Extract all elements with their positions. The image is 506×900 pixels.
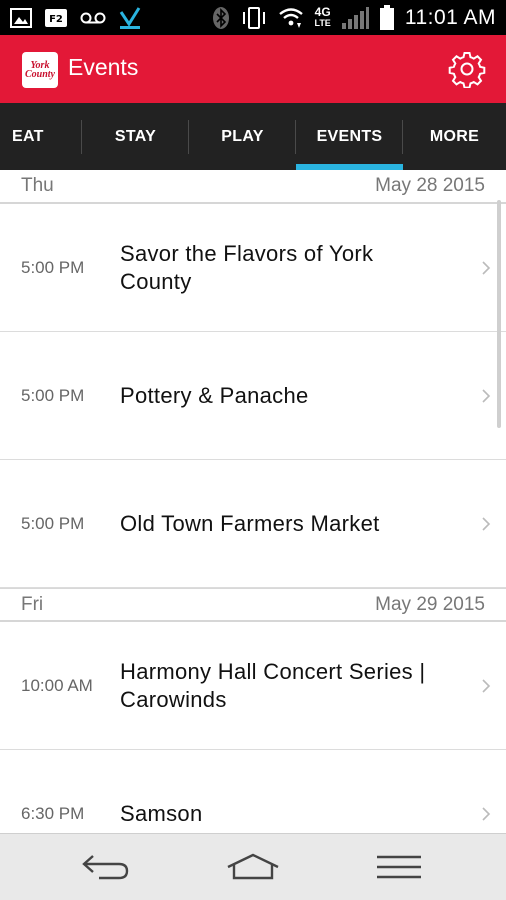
tab-eat[interactable]: EAT — [0, 103, 82, 170]
check-icon — [118, 6, 142, 30]
event-title: Old Town Farmers Market — [120, 510, 380, 536]
back-button[interactable] — [78, 852, 134, 882]
gear-icon — [448, 52, 486, 89]
date-label: May 28 2015 — [375, 175, 485, 196]
event-title: Savor the Flavors of York County — [120, 240, 374, 294]
event-row[interactable]: 10:00 AM Harmony Hall Concert Series | C… — [0, 622, 506, 750]
york-county-logo[interactable]: York County — [22, 52, 58, 88]
voicemail-icon — [80, 11, 106, 25]
date-label: May 29 2015 — [375, 593, 485, 615]
event-title: Samson — [120, 801, 203, 826]
event-title: Pottery & Panache — [120, 382, 309, 408]
event-row[interactable]: 6:30 PM Samson — [0, 750, 506, 833]
chevron-right-icon — [482, 678, 491, 693]
date-header: Thu May 28 2015 — [0, 170, 506, 204]
signal-icon — [341, 6, 369, 30]
system-nav-bar — [0, 833, 506, 900]
event-time: 5:00 PM — [21, 257, 85, 277]
clock: 11:01 AM — [404, 5, 496, 29]
battery-icon — [379, 4, 395, 31]
status-bar: F2 4G LTE 11:01 AM — [0, 0, 506, 35]
tab-events[interactable]: EVENTS — [296, 103, 403, 170]
menu-icon — [377, 855, 421, 879]
home-icon — [227, 853, 279, 880]
day-label: Thu — [21, 175, 54, 196]
category-tabs: EAT STAY PLAY EVENTS MORE — [0, 103, 506, 170]
back-icon — [82, 855, 129, 880]
f2-icon: F2 — [44, 8, 68, 28]
chevron-right-icon — [482, 516, 491, 531]
scrollbar[interactable] — [497, 200, 501, 428]
day-label: Fri — [21, 593, 44, 615]
wifi-icon — [278, 6, 304, 30]
event-time: 5:00 PM — [21, 513, 85, 533]
page-title: Events — [68, 54, 139, 80]
event-time: 6:30 PM — [21, 804, 85, 823]
event-time: 10:00 AM — [21, 675, 93, 695]
event-row[interactable]: 5:00 PM Old Town Farmers Market — [0, 460, 506, 588]
bluetooth-icon — [212, 6, 230, 30]
event-row[interactable]: 5:00 PM Pottery & Panache — [0, 332, 506, 460]
app-bar: York County Events — [0, 35, 506, 103]
settings-button[interactable] — [448, 50, 486, 89]
event-title: Harmony Hall Concert Series | Carowinds — [120, 658, 426, 712]
menu-button[interactable] — [371, 852, 427, 882]
tab-play[interactable]: PLAY — [189, 103, 296, 170]
events-list[interactable]: Thu May 28 2015 5:00 PM Savor the Flavor… — [0, 170, 506, 833]
event-time: 5:00 PM — [21, 385, 85, 405]
svg-text:F2: F2 — [49, 14, 63, 25]
image-icon — [10, 7, 32, 28]
chevron-right-icon — [482, 388, 491, 403]
network-icon: 4G LTE — [314, 4, 331, 28]
chevron-right-icon — [482, 807, 491, 821]
chevron-right-icon — [482, 260, 491, 275]
vibrate-icon — [240, 6, 268, 30]
tab-stay[interactable]: STAY — [82, 103, 189, 170]
tab-more[interactable]: MORE — [403, 103, 506, 170]
event-row[interactable]: 5:00 PM Savor the Flavors of York County — [0, 204, 506, 332]
home-button[interactable] — [225, 852, 281, 882]
date-header: Fri May 29 2015 — [0, 588, 506, 622]
